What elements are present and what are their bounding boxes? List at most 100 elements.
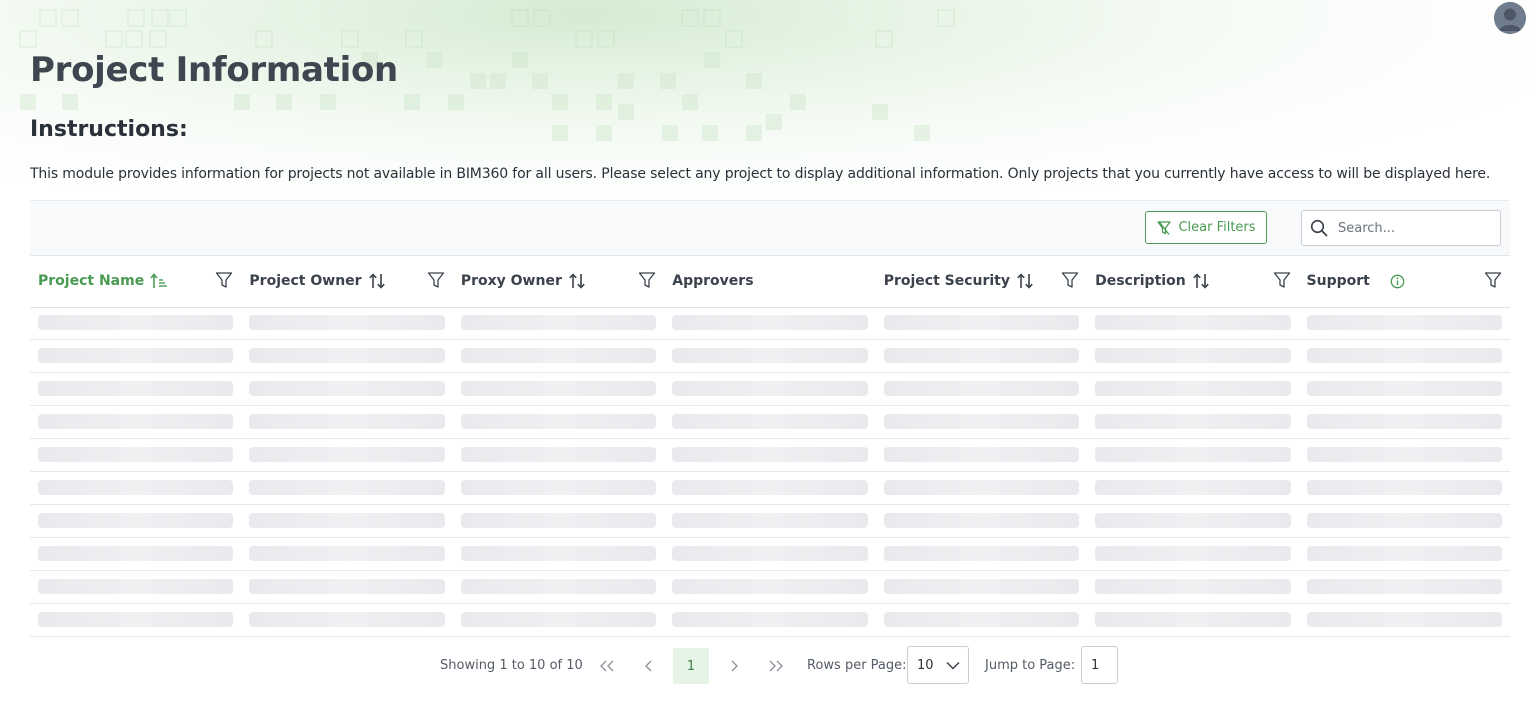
table-cell [30, 604, 241, 636]
column-header-support[interactable]: Support [1299, 255, 1510, 307]
table-cell [453, 439, 664, 471]
skeleton-placeholder [460, 315, 657, 330]
skeleton-placeholder [1095, 579, 1291, 594]
sort-asc-icon[interactable] [150, 272, 168, 290]
column-header-description[interactable]: Description [1087, 255, 1298, 307]
info-icon[interactable] [1390, 274, 1405, 289]
jump-to-page-label: Jump to Page: [985, 658, 1076, 673]
table-row[interactable] [30, 505, 1510, 538]
skeleton-placeholder [38, 315, 234, 330]
first-page-button[interactable] [589, 648, 625, 684]
sort-icon[interactable] [1192, 272, 1210, 290]
skeleton-placeholder [883, 447, 1080, 462]
filter-icon[interactable] [638, 271, 656, 289]
table-row[interactable] [30, 439, 1510, 472]
column-header-project-owner[interactable]: Project Owner [241, 255, 452, 307]
table-cell [453, 340, 664, 372]
table-cell [876, 406, 1087, 438]
jump-to-page-input[interactable] [1081, 646, 1118, 684]
skeleton-placeholder [1095, 480, 1291, 495]
table-row[interactable] [30, 604, 1510, 637]
next-page-button[interactable] [716, 648, 752, 684]
table-cell [1087, 439, 1298, 471]
skeleton-placeholder [38, 381, 234, 396]
table-cell [30, 340, 241, 372]
table-row[interactable] [30, 340, 1510, 373]
skeleton-placeholder [672, 447, 868, 462]
skeleton-placeholder [883, 348, 1080, 363]
filter-icon[interactable] [1273, 271, 1291, 289]
table-cell [876, 604, 1087, 636]
search-icon [1310, 218, 1330, 238]
table-row[interactable] [30, 472, 1510, 505]
skeleton-placeholder [249, 348, 445, 363]
prev-page-button[interactable] [631, 648, 667, 684]
page-title: Project Information [30, 50, 398, 90]
table-cell [241, 373, 452, 405]
skeleton-placeholder [883, 315, 1080, 330]
table-row[interactable] [30, 538, 1510, 571]
clear-filters-label: Clear Filters [1178, 220, 1256, 235]
skeleton-placeholder [249, 414, 445, 429]
table-row[interactable] [30, 406, 1510, 439]
skeleton-placeholder [883, 546, 1080, 561]
table-cell [1299, 505, 1510, 537]
table-cell [1087, 505, 1298, 537]
table-cell [30, 472, 241, 504]
table-cell [241, 538, 452, 570]
skeleton-placeholder [38, 546, 234, 561]
table-cell [241, 439, 452, 471]
table-cell [453, 307, 664, 339]
user-avatar[interactable] [1494, 2, 1526, 34]
page: Project Information Instructions: This m… [0, 0, 1536, 710]
clear-filters-button[interactable]: Clear Filters [1145, 211, 1267, 244]
filter-icon[interactable] [215, 271, 233, 289]
skeleton-placeholder [672, 315, 868, 330]
table-cell [876, 538, 1087, 570]
table-cell [664, 571, 875, 603]
table-row[interactable] [30, 373, 1510, 406]
column-label: Support [1306, 273, 1370, 289]
table-toolbar: Clear Filters [30, 201, 1510, 256]
table-cell [1087, 340, 1298, 372]
search-input[interactable] [1336, 219, 1490, 237]
skeleton-placeholder [38, 612, 234, 627]
column-header-project-name[interactable]: Project Name [30, 255, 241, 307]
last-page-button[interactable] [758, 648, 794, 684]
skeleton-placeholder [883, 579, 1080, 594]
page-button-current[interactable]: 1 [673, 648, 709, 684]
table-cell [30, 406, 241, 438]
table-row[interactable] [30, 571, 1510, 604]
filter-icon[interactable] [427, 271, 445, 289]
table-cell [241, 406, 452, 438]
skeleton-placeholder [883, 513, 1080, 528]
skeleton-placeholder [1306, 546, 1502, 561]
table-cell [241, 340, 452, 372]
table-cell [30, 538, 241, 570]
table-cell [241, 472, 452, 504]
table-cell [664, 439, 875, 471]
table-cell [664, 472, 875, 504]
rows-per-page-label: Rows per Page: [807, 658, 907, 673]
skeleton-placeholder [672, 348, 868, 363]
table-cell [1299, 406, 1510, 438]
column-header-project-security[interactable]: Project Security [876, 255, 1087, 307]
column-label: Description [1095, 273, 1186, 289]
skeleton-placeholder [1095, 447, 1291, 462]
skeleton-placeholder [672, 579, 868, 594]
filter-icon[interactable] [1484, 271, 1502, 289]
sort-icon[interactable] [1016, 272, 1034, 290]
table-cell [1087, 604, 1298, 636]
rows-per-page-select[interactable]: 10 [907, 646, 969, 684]
sort-icon[interactable] [368, 272, 386, 290]
column-label: Approvers [672, 273, 754, 289]
filter-icon[interactable] [1061, 271, 1079, 289]
table-cell [876, 340, 1087, 372]
table-cell [876, 472, 1087, 504]
skeleton-placeholder [460, 546, 657, 561]
table-cell [664, 340, 875, 372]
column-header-proxy-owner[interactable]: Proxy Owner [453, 255, 664, 307]
table-row[interactable] [30, 307, 1510, 340]
sort-icon[interactable] [568, 272, 586, 290]
table-cell [664, 307, 875, 339]
